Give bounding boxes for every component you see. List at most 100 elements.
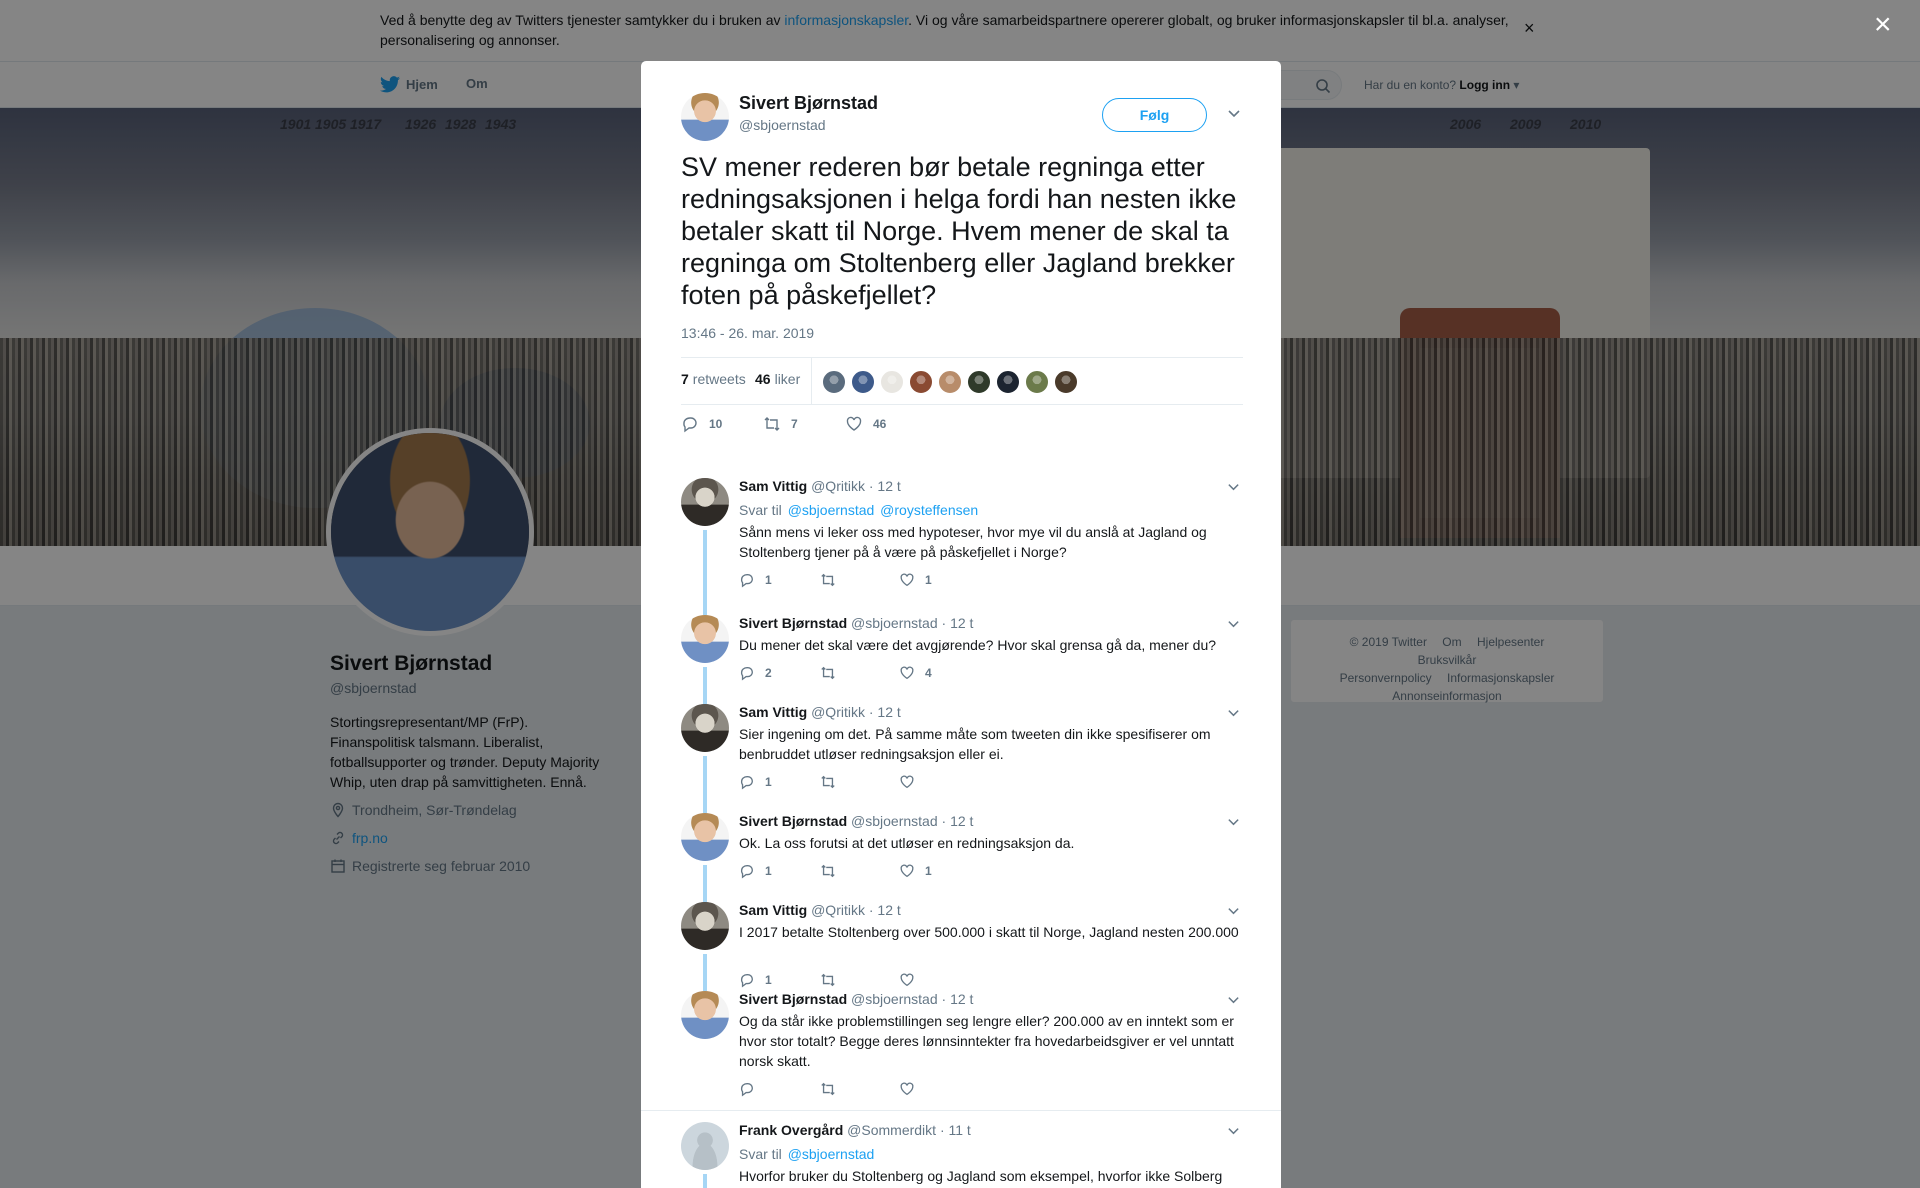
reply-avatar[interactable] — [681, 615, 729, 663]
liker-avatar[interactable] — [938, 370, 962, 394]
retweet-button[interactable]: 7 — [763, 415, 845, 433]
chevron-down-icon[interactable] — [1227, 617, 1240, 630]
liker-avatar[interactable] — [880, 370, 904, 394]
reply-author-name[interactable]: Sivert Bjørnstad — [739, 991, 847, 1007]
retweet-icon — [821, 573, 835, 587]
reply-to-mention[interactable]: @sbjoernstad — [788, 502, 875, 518]
reply-time[interactable]: · 12 t — [869, 704, 901, 720]
chevron-down-icon[interactable] — [1227, 993, 1240, 1006]
reply-avatar[interactable] — [681, 991, 729, 1039]
author-name[interactable]: Sivert Bjørnstad — [739, 93, 878, 114]
retweet-button[interactable] — [819, 774, 899, 790]
chevron-down-icon[interactable] — [1227, 904, 1240, 917]
reply-button[interactable]: 2 — [739, 665, 819, 681]
reply-text: Hvorfor bruker du Stoltenberg og Jagland… — [739, 1168, 1223, 1184]
reply-author-name[interactable]: Sivert Bjørnstad — [739, 813, 847, 829]
reply-button[interactable]: 1 — [739, 774, 819, 790]
reply-avatar[interactable] — [681, 704, 729, 752]
like-button[interactable] — [899, 1081, 979, 1097]
reply-to-mention[interactable]: @roysteffensen — [880, 502, 978, 518]
reply-time[interactable]: · 12 t — [942, 615, 974, 631]
reply-author-handle[interactable]: @Qritikk — [811, 478, 865, 494]
reply-button[interactable]: 1 — [739, 972, 819, 988]
reply-tweet[interactable]: Sivert Bjørnstad @sbjoernstad · 12 t Du m… — [681, 615, 1251, 707]
close-icon[interactable]: × — [1874, 10, 1892, 40]
chevron-down-icon[interactable] — [1227, 815, 1240, 828]
liker-avatar[interactable] — [1025, 370, 1049, 394]
liker-avatar[interactable] — [822, 370, 846, 394]
reply-author-name[interactable]: Sam Vittig — [739, 704, 807, 720]
reply-icon — [740, 667, 753, 681]
reply-to-mention[interactable]: @sbjoernstad — [788, 1146, 875, 1162]
liker-avatar[interactable] — [1054, 370, 1078, 394]
chevron-down-icon[interactable] — [1227, 706, 1240, 719]
reply-author-handle[interactable]: @Qritikk — [811, 704, 865, 720]
retweet-button[interactable] — [819, 1081, 899, 1097]
reply-author-name[interactable]: Sivert Bjørnstad — [739, 615, 847, 631]
author-handle[interactable]: @sbjoernstad — [739, 117, 826, 133]
reply-count: 1 — [765, 573, 772, 587]
reply-actions: 1 1 — [739, 863, 979, 879]
retweet-button[interactable] — [819, 665, 899, 681]
reply-avatar[interactable] — [681, 813, 729, 861]
reply-count: 1 — [765, 775, 772, 789]
reply-author-handle[interactable]: @Qritikk — [811, 902, 865, 918]
likes-stat[interactable]: 46 liker — [755, 371, 800, 387]
reply-button[interactable]: 10 — [681, 415, 763, 433]
reply-time[interactable]: · 12 t — [869, 902, 901, 918]
liker-avatar[interactable] — [851, 370, 875, 394]
retweet-button[interactable] — [819, 572, 899, 588]
follow-button[interactable]: Følg — [1102, 98, 1207, 132]
reply-tweet[interactable]: Sam Vittig @Qritikk · 12 t Sier ingening … — [681, 704, 1251, 816]
reply-text: Ok. La oss forutsi at det utløser en red… — [739, 835, 1075, 851]
retweet-button[interactable] — [819, 863, 899, 879]
reply-tweet[interactable]: Frank Overgård @Sommerdikt · 11 t Svar ti… — [681, 1122, 1251, 1188]
reply-avatar[interactable] — [681, 1122, 729, 1170]
retweets-stat[interactable]: 7 retweets — [681, 371, 746, 387]
like-button[interactable]: 1 — [899, 863, 979, 879]
tweet-timestamp[interactable]: 13:46 - 26. mar. 2019 — [681, 325, 814, 341]
liker-avatar[interactable] — [909, 370, 933, 394]
reply-tweet[interactable]: Sivert Bjørnstad @sbjoernstad · 12 t Ok. … — [681, 813, 1251, 905]
chevron-down-icon[interactable] — [1227, 480, 1240, 493]
reply-avatar[interactable] — [681, 478, 729, 526]
reply-icon — [740, 1083, 753, 1097]
heart-icon — [900, 1082, 914, 1096]
reply-author-handle[interactable]: @Sommerdikt — [847, 1122, 936, 1138]
liker-avatar[interactable] — [967, 370, 991, 394]
reply-text: I 2017 betalte Stoltenberg over 500.000 … — [739, 924, 1239, 940]
like-button[interactable]: 4 — [899, 665, 979, 681]
like-button[interactable] — [899, 972, 979, 988]
like-button[interactable] — [899, 774, 979, 790]
like-count: 46 — [873, 417, 887, 431]
reply-author-name[interactable]: Frank Overgård — [739, 1122, 843, 1138]
reply-time[interactable]: · 12 t — [942, 813, 974, 829]
like-button[interactable]: 1 — [899, 572, 979, 588]
tweet-modal: Sivert Bjørnstad @sbjoernstad Følg SV me… — [641, 61, 1281, 1188]
reply-button[interactable]: 1 — [739, 572, 819, 588]
liker-avatar[interactable] — [996, 370, 1020, 394]
retweet-button[interactable] — [819, 972, 899, 988]
reply-author-name[interactable]: Sam Vittig — [739, 478, 807, 494]
reply-time[interactable]: · 11 t — [940, 1122, 971, 1138]
reply-tweet[interactable]: Sam Vittig @Qritikk · 12 t I 2017 betalte… — [681, 902, 1251, 994]
reply-author-name[interactable]: Sam Vittig — [739, 902, 807, 918]
reply-avatar[interactable] — [681, 902, 729, 950]
reply-author-handle[interactable]: @sbjoernstad — [851, 813, 938, 829]
reply-tweet[interactable]: Sam Vittig @Qritikk · 12 t Svar til @sbjo… — [681, 478, 1251, 618]
reply-tweet[interactable]: Sivert Bjørnstad @sbjoernstad · 12 t Og d… — [681, 991, 1251, 1121]
reply-button[interactable] — [739, 1081, 819, 1097]
like-button[interactable]: 46 — [845, 415, 927, 433]
retweets-label: retweets — [692, 371, 746, 387]
chevron-down-icon[interactable] — [1227, 106, 1241, 120]
reply-author-handle[interactable]: @sbjoernstad — [851, 991, 938, 1007]
reply-author-handle[interactable]: @sbjoernstad — [851, 615, 938, 631]
reply-button[interactable]: 1 — [739, 863, 819, 879]
author-avatar[interactable] — [681, 93, 729, 141]
reply-time[interactable]: · 12 t — [942, 991, 974, 1007]
reply-to-label: Svar til — [739, 502, 782, 518]
reply-count: 1 — [765, 864, 772, 878]
reply-time[interactable]: · 12 t — [869, 478, 901, 494]
reply-header: Sivert Bjørnstad @sbjoernstad · 12 t — [739, 615, 973, 631]
chevron-down-icon[interactable] — [1227, 1124, 1240, 1137]
